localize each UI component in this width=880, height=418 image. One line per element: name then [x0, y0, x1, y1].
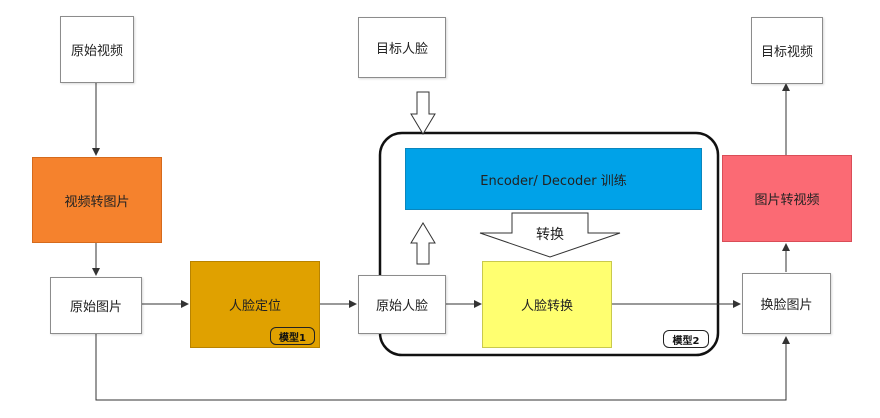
model1-badge: 模型1	[270, 327, 315, 345]
model1-label: 模型1	[279, 332, 306, 344]
swapped-images-node: 换脸图片	[742, 273, 831, 334]
model2-label: 模型2	[672, 335, 700, 347]
face-swap-label: 人脸转换	[520, 299, 573, 314]
source-images-label: 原始图片	[69, 300, 122, 315]
source-face-node: 原始人脸	[358, 275, 446, 334]
face-swap-node: 人脸转换	[482, 261, 612, 348]
target-video-label: 目标视频	[760, 45, 813, 60]
face-locate-label: 人脸定位	[228, 299, 281, 314]
target-video-node: 目标视频	[751, 17, 823, 84]
convert-label: 转换	[536, 227, 564, 243]
images-to-video-label: 图片转视频	[754, 193, 820, 208]
hollow-arrow-up	[410, 222, 436, 265]
swapped-images-label: 换脸图片	[760, 298, 813, 313]
target-face-label: 目标人脸	[375, 42, 428, 57]
source-video-node: 原始视频	[60, 16, 134, 83]
source-video-label: 原始视频	[70, 44, 123, 59]
model2-badge: 模型2	[663, 330, 709, 348]
encoder-decoder-label: Encoder/ Decoder 训练	[480, 173, 627, 189]
source-face-label: 原始人脸	[375, 299, 428, 314]
video-to-images-node: 视频转图片	[32, 157, 162, 243]
target-face-node: 目标人脸	[358, 17, 446, 78]
video-to-images-label: 视频转图片	[64, 194, 130, 210]
images-to-video-node: 图片转视频	[722, 155, 852, 242]
source-images-node: 原始图片	[50, 277, 142, 334]
encoder-decoder-node: Encoder/ Decoder 训练	[405, 148, 702, 210]
hollow-arrow-down	[410, 91, 436, 135]
